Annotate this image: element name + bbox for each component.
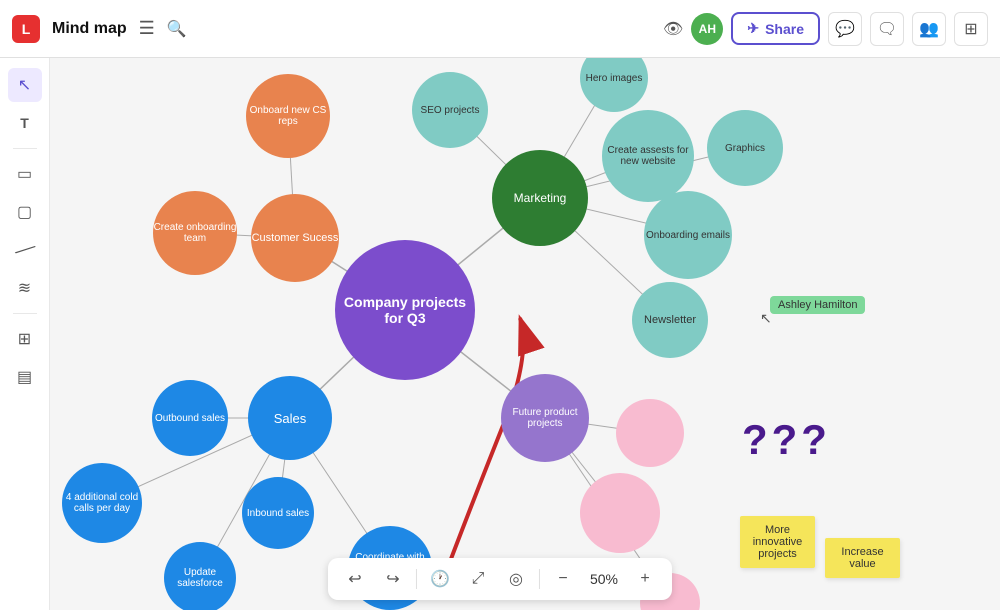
rounded-rect-tool[interactable]: ▢ [8,195,42,229]
sticky-note-2[interactable]: Increase value [825,538,900,578]
curve-tool[interactable]: ≋ [8,271,42,305]
node-update-salesforce[interactable]: Update salesforce [164,542,236,610]
cursor-pointer: ↖ [760,310,772,327]
node-onboarding-team[interactable]: Create onboarding team [153,191,237,275]
avatar[interactable]: AH [691,13,723,45]
node-onboarding-emails[interactable]: Onboarding emails [644,191,732,279]
chat-icon[interactable]: 🗨 [870,12,904,46]
table-tool[interactable]: ⊞ [8,322,42,356]
location-button[interactable]: ◎ [501,564,531,594]
node-inbound-sales[interactable]: Inbound sales [242,477,314,549]
node-seo[interactable]: SEO projects [412,72,488,148]
node-cs-reps[interactable]: Onboard new CS reps [246,74,330,158]
text-tool[interactable]: T [8,106,42,140]
share-button[interactable]: ✈ Share [731,12,820,45]
undo-button[interactable]: ↩ [340,564,370,594]
header-right: 👁 AH ✈ Share 💬 🗨 👥 ⊞ [663,12,988,46]
node-graphics[interactable]: Graphics [707,110,783,186]
line-tool[interactable]: ╱ [0,226,48,274]
left-toolbar: ↖ T ▭ ▢ ╱ ≋ ⊞ ▤ [0,58,50,610]
eye-icon[interactable]: 👁 [663,19,683,39]
sticky-note-1[interactable]: More innovative projects [740,516,815,568]
node-create-assets[interactable]: Create assests for new website [602,110,694,202]
header: L Mind map ☰ 🔍 👁 AH ✈ Share 💬 🗨 👥 ⊞ [0,0,1000,58]
node-cold-calls[interactable]: 4 additional cold calls per day [62,463,142,543]
node-outbound-sales[interactable]: Outbound sales [152,380,228,456]
node-sales[interactable]: Sales [248,376,332,460]
center-node[interactable]: Company projects for Q3 [335,240,475,380]
zoom-in-button[interactable]: + [630,564,660,594]
node-unknown-2[interactable] [580,473,660,553]
question-marks: ??? [742,416,831,464]
node-newsletter[interactable]: Newsletter [632,282,708,358]
bottom-toolbar: ↩ ↪ 🕐 ⤢ ◎ − 50% + [328,558,672,600]
node-future-projects[interactable]: Future product projects [501,374,589,462]
zoom-out-button[interactable]: − [548,564,578,594]
comment-icon[interactable]: 💬 [828,12,862,46]
search-icon[interactable]: 🔍 [167,19,187,39]
history-button[interactable]: 🕐 [425,564,455,594]
node-customer-success[interactable]: Customer Sucess [251,194,339,282]
rectangle-tool[interactable]: ▭ [8,157,42,191]
app-title: Mind map [52,20,127,38]
grid-icon[interactable]: ⊞ [954,12,988,46]
mindmap-connections [50,58,1000,610]
canvas[interactable]: Company projects for Q3 Marketing Custom… [50,58,1000,610]
node-unknown-1[interactable] [616,399,684,467]
layout-tool[interactable]: ▤ [8,360,42,394]
fit-screen-button[interactable]: ⤢ [463,564,493,594]
share-icon: ✈ [747,20,759,37]
menu-icon[interactable]: ☰ [139,18,155,39]
zoom-level: 50% [586,571,622,587]
select-tool[interactable]: ↖ [8,68,42,102]
redo-button[interactable]: ↪ [378,564,408,594]
people-icon[interactable]: 👥 [912,12,946,46]
node-marketing[interactable]: Marketing [492,150,588,246]
cursor-label: Ashley Hamilton [770,296,865,314]
app-logo[interactable]: L [12,15,40,43]
